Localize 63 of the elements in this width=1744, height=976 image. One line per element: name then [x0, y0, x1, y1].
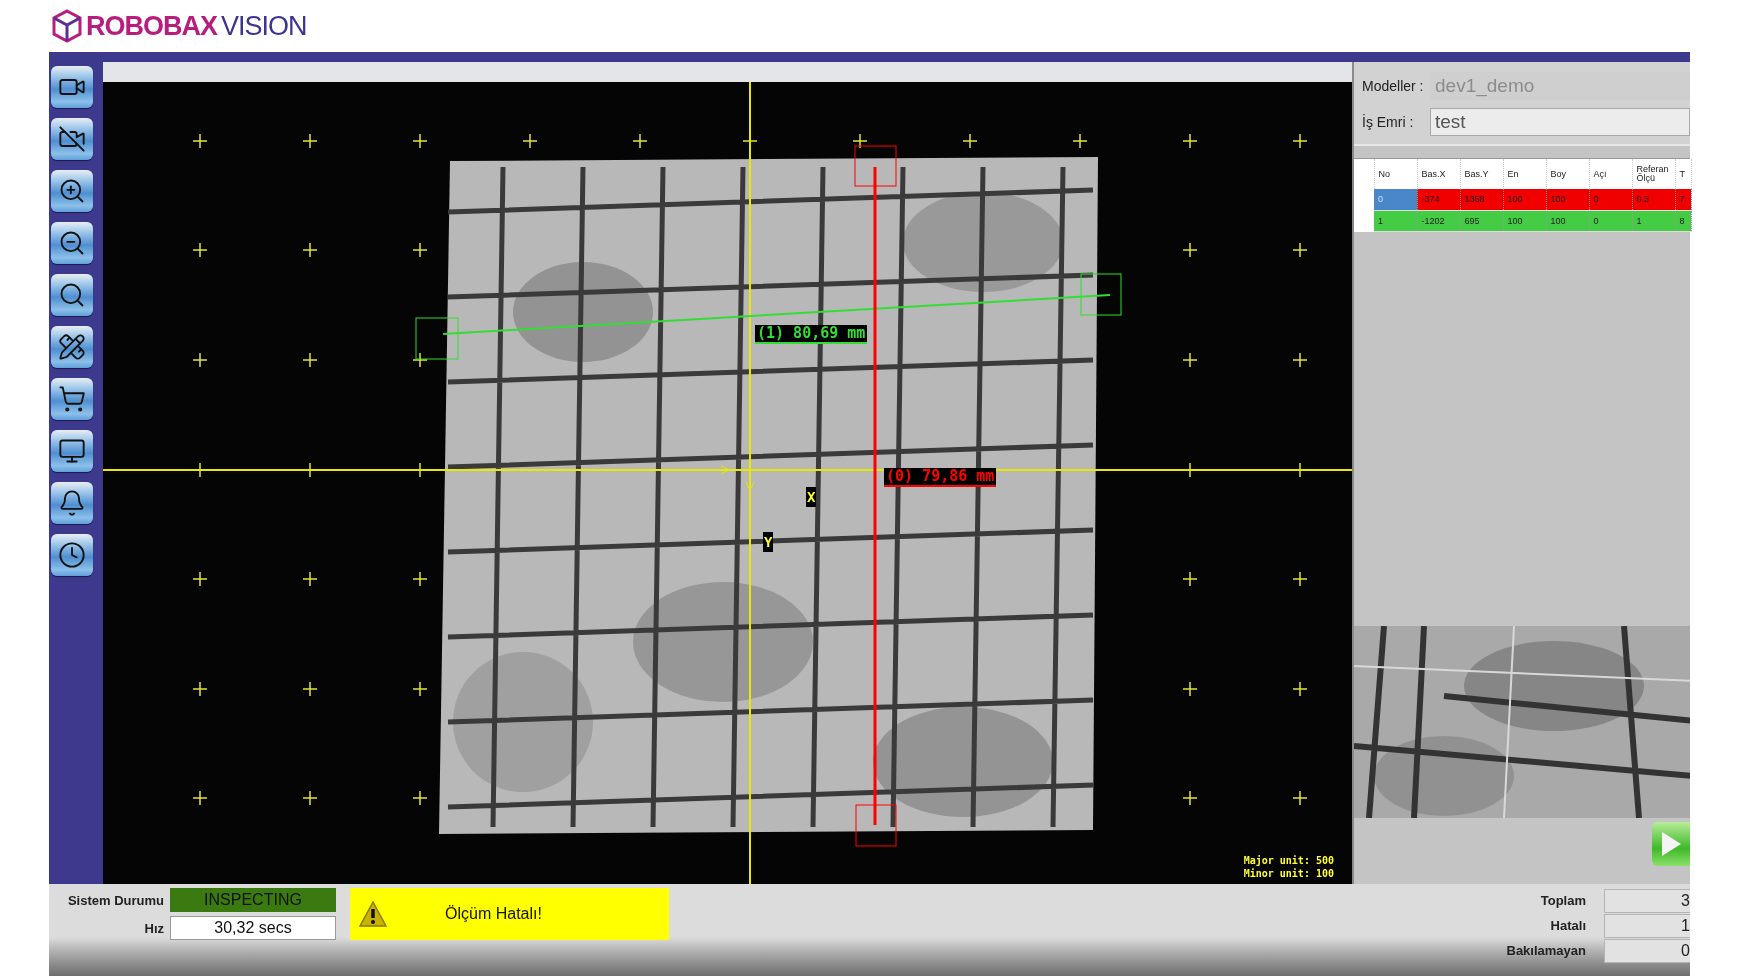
system-status: INSPECTING: [170, 888, 336, 912]
toolbar-button[interactable]: [51, 66, 93, 108]
bell-icon: [58, 489, 86, 517]
table-cell: 0: [1374, 189, 1417, 210]
toolbar-button[interactable]: [51, 482, 93, 524]
table-cell: 1: [1632, 210, 1675, 231]
clock-icon: [58, 541, 86, 569]
measurement-label: (0) 79,86 mm: [884, 468, 997, 487]
counter-label: Toplam: [1539, 893, 1586, 908]
cube-logo-icon: [52, 9, 82, 43]
toolbar-button[interactable]: [51, 378, 93, 420]
cart-icon: [58, 385, 86, 413]
alert-text: Ölçüm Hatalı!: [444, 905, 543, 923]
zoom-out-icon: [58, 229, 86, 257]
counter-value: 1: [1604, 913, 1690, 938]
table-cell: 100: [1546, 189, 1589, 210]
ruler-pencil-icon: [58, 333, 86, 361]
field-label: İş Emri :: [1362, 114, 1415, 130]
measurement-label: (1) 80,69 mm: [755, 325, 868, 344]
toolbar-button[interactable]: [51, 222, 93, 264]
table-cell: 100: [1503, 189, 1546, 210]
table-cell: 0: [1589, 189, 1632, 210]
table-cell: 695: [1460, 210, 1503, 231]
toolbar-button[interactable]: [51, 430, 93, 472]
toolbar-button[interactable]: [51, 274, 93, 316]
camera-off-icon: [58, 125, 86, 153]
roi-box[interactable]: [415, 317, 459, 360]
table-cell: -1202: [1417, 210, 1460, 231]
table-cell: 1358: [1460, 189, 1503, 210]
roi-box[interactable]: [1080, 273, 1122, 316]
table-cell: 8: [1675, 210, 1691, 231]
roi-box[interactable]: [855, 804, 897, 847]
speed-label: Hız: [143, 920, 164, 936]
play-icon: [1660, 831, 1682, 857]
counter-value: 3: [1604, 888, 1690, 913]
scale-note: Minor unit: 100: [1243, 867, 1334, 880]
axis-label: X: [806, 487, 817, 507]
axis-label: Y: [763, 532, 774, 552]
counter-value: 0: [1604, 938, 1690, 963]
zoom-in-icon: [58, 177, 86, 205]
toolbar-button[interactable]: [51, 326, 93, 368]
table-cell: -374: [1417, 189, 1460, 210]
input-field[interactable]: test: [1430, 108, 1690, 136]
table-cell: 100: [1546, 210, 1589, 231]
toolbar-button[interactable]: [51, 170, 93, 212]
warning-icon: [358, 900, 388, 928]
scale-note: Major unit: 500: [1243, 854, 1334, 867]
field-label: Modeller :: [1362, 78, 1424, 94]
counter-label: Hatalı: [1549, 918, 1586, 933]
toolbar-button[interactable]: [51, 534, 93, 576]
table-cell: 0.3: [1632, 189, 1675, 210]
counter-label: Bakılamayan: [1506, 943, 1586, 958]
monitor-icon: [58, 437, 86, 465]
table-cell: 1: [1374, 210, 1417, 231]
table-cell: 0: [1589, 210, 1632, 231]
app-logo: ROBOBAXVISION: [86, 12, 307, 40]
status-label: Sistem Durumu: [66, 892, 164, 908]
table-cell: 100: [1503, 210, 1546, 231]
table-cell: 7: [1675, 189, 1691, 210]
speed-value: 30,32 secs: [170, 916, 336, 940]
magnifier-icon: [58, 281, 86, 309]
toolbar-button[interactable]: [51, 118, 93, 160]
roi-box[interactable]: [854, 145, 897, 187]
